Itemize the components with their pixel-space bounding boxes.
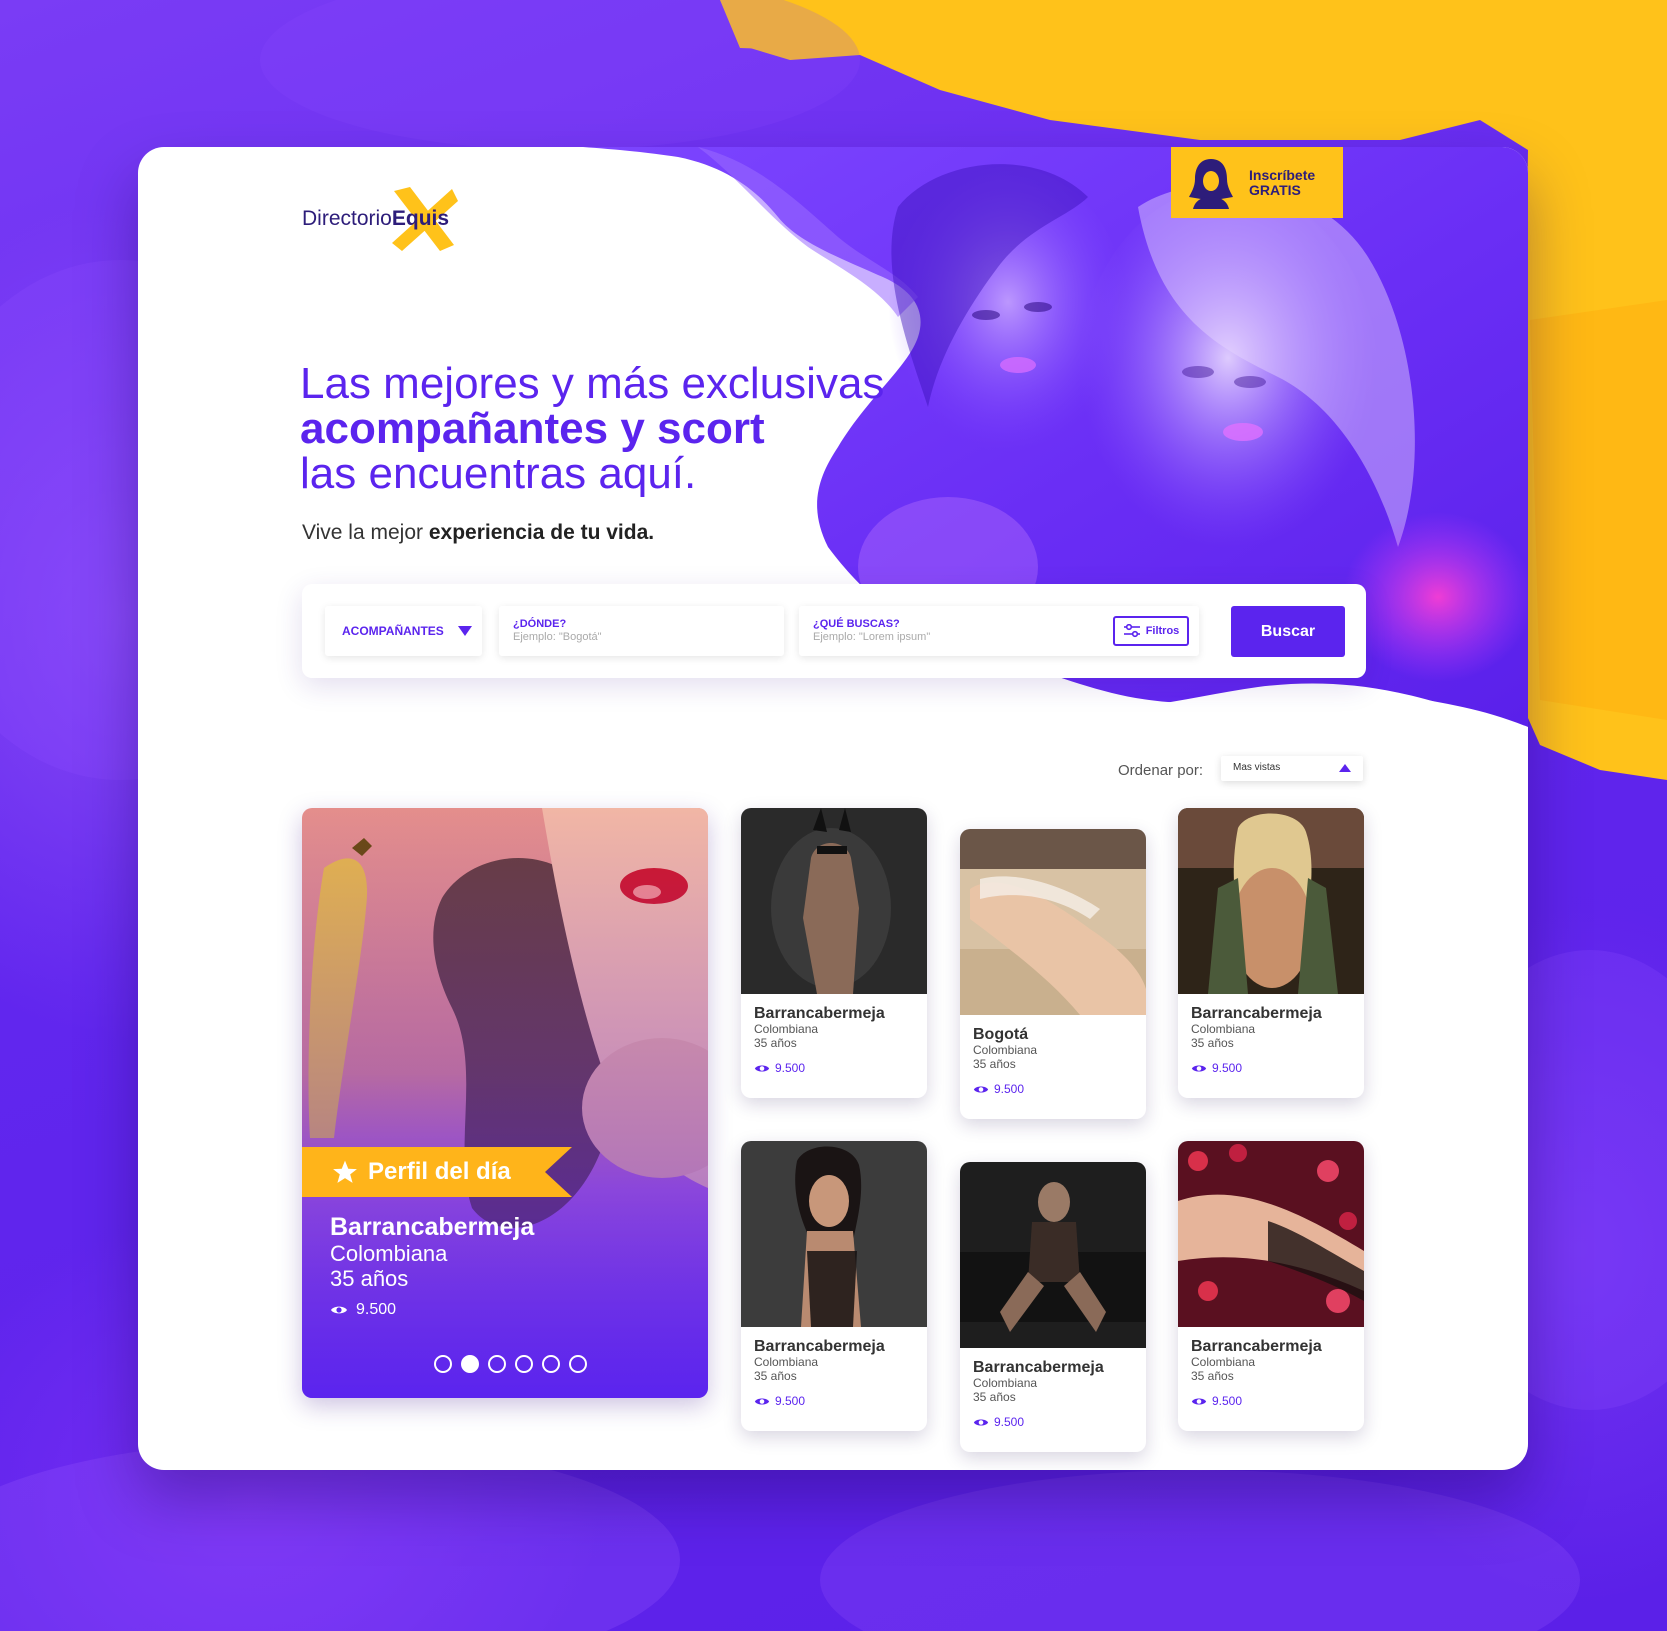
profile-nationality: Colombiana <box>973 1376 1038 1390</box>
profile-nationality: Colombiana <box>754 1022 819 1036</box>
profile-age: 35 años <box>1191 1369 1234 1383</box>
profile-card[interactable]: Barrancabermeja Colombiana 35 años 9.500 <box>1178 1141 1364 1431</box>
filters-button[interactable]: Filtros <box>1113 616 1189 646</box>
profile-city: Barrancabermeja <box>1191 1005 1322 1022</box>
profile-info: Barrancabermeja Colombiana 35 años 9.500 <box>754 1338 885 1408</box>
profile-nationality: Colombiana <box>973 1043 1038 1057</box>
what-input[interactable]: ¿QUÉ BUSCAS? Ejemplo: "Lorem ipsum" Filt… <box>799 606 1199 656</box>
featured-views: 9.500 <box>330 1301 534 1319</box>
filters-label: Filtros <box>1145 625 1180 637</box>
profile-views: 9.500 <box>1191 1061 1322 1075</box>
profile-nationality: Colombiana <box>1191 1022 1256 1036</box>
profile-photo <box>1178 808 1364 994</box>
sort-dropdown[interactable]: Mas vistas <box>1221 756 1363 781</box>
chevron-up-icon <box>1339 764 1351 772</box>
profile-city: Barrancabermeja <box>973 1359 1104 1376</box>
carousel-dot-2[interactable] <box>461 1355 479 1373</box>
main-card: DirectorioEquis Inscríbete GRATIS Las me… <box>138 147 1528 1470</box>
featured-age: 35 años <box>330 1266 409 1291</box>
profile-info: Barrancabermeja Colombiana 35 años 9.500 <box>1191 1005 1322 1075</box>
profile-views: 9.500 <box>973 1415 1104 1429</box>
featured-info: Barrancabermeja Colombiana 35 años 9.500 <box>330 1213 534 1319</box>
carousel-dots <box>434 1355 587 1373</box>
eye-icon <box>973 1086 989 1092</box>
profile-info: Barrancabermeja Colombiana 35 años 9.500 <box>1191 1338 1322 1408</box>
profile-age: 35 años <box>754 1036 797 1050</box>
signup-label: Inscríbete GRATIS <box>1249 166 1316 198</box>
profile-nationality: Colombiana <box>1191 1355 1256 1369</box>
carousel-dot-1[interactable] <box>434 1355 452 1373</box>
profile-info: Bogotá Colombiana 35 años 9.500 <box>973 1026 1037 1096</box>
carousel-dot-4[interactable] <box>515 1355 533 1373</box>
carousel-dot-6[interactable] <box>569 1355 587 1373</box>
hero-headline: Las mejores y más exclusivas acompañante… <box>300 361 1000 496</box>
profile-views: 9.500 <box>1191 1394 1322 1408</box>
featured-city: Barrancabermeja <box>330 1213 535 1241</box>
profile-age: 35 años <box>973 1057 1016 1071</box>
featured-nationality: Colombiana <box>330 1241 448 1266</box>
featured-badge-label: Perfil del día <box>368 1158 511 1185</box>
carousel-dot-5[interactable] <box>542 1355 560 1373</box>
where-input[interactable]: ¿DÓNDE? Ejemplo: "Bogotá" <box>499 606 784 656</box>
profile-views: 9.500 <box>973 1082 1037 1096</box>
where-placeholder: Ejemplo: "Bogotá" <box>513 631 602 643</box>
search-bar: ACOMPAÑANTES ¿DÓNDE? Ejemplo: "Bogotá" ¿… <box>302 584 1366 678</box>
where-label: ¿DÓNDE? <box>513 618 567 630</box>
profile-photo <box>960 1162 1146 1348</box>
profile-city: Barrancabermeja <box>754 1005 885 1022</box>
profile-age: 35 años <box>973 1390 1016 1404</box>
sliders-icon <box>1123 624 1140 638</box>
signup-button[interactable]: Inscríbete GRATIS <box>1171 147 1343 218</box>
headline-line-3: las encuentras aquí. <box>300 449 697 498</box>
profile-city: Barrancabermeja <box>754 1338 885 1355</box>
eye-icon <box>331 1306 347 1314</box>
eye-icon <box>754 1065 770 1071</box>
profile-nationality: Colombiana <box>754 1355 819 1369</box>
sort-selected-value: Mas vistas <box>1233 762 1281 773</box>
chevron-down-icon <box>457 626 472 636</box>
featured-badge: Perfil del día <box>302 1147 572 1197</box>
profile-age: 35 años <box>1191 1036 1234 1050</box>
profile-card[interactable]: Barrancabermeja Colombiana 35 años 9.500 <box>741 1141 927 1431</box>
profile-views: 9.500 <box>754 1394 885 1408</box>
featured-profile-card[interactable]: Perfil del día Barrancabermeja Colombian… <box>302 808 708 1398</box>
profile-city: Barrancabermeja <box>1191 1338 1322 1355</box>
profile-city: Bogotá <box>973 1026 1029 1043</box>
headline-line-1: Las mejores y más exclusivas <box>300 359 885 408</box>
profile-views: 9.500 <box>754 1061 885 1075</box>
eye-icon <box>1191 1398 1207 1404</box>
category-dropdown[interactable]: ACOMPAÑANTES <box>325 606 482 656</box>
category-label: ACOMPAÑANTES <box>342 624 444 638</box>
profile-info: Barrancabermeja Colombiana 35 años 9.500 <box>754 1005 885 1075</box>
profile-card[interactable]: Barrancabermeja Colombiana 35 años 9.500 <box>1178 808 1364 1098</box>
profile-card[interactable]: Barrancabermeja Colombiana 35 años 9.500 <box>960 1162 1146 1452</box>
profile-photo <box>1178 1141 1364 1327</box>
profile-photo <box>960 829 1146 1015</box>
search-button[interactable]: Buscar <box>1231 606 1345 657</box>
profile-card[interactable]: Barrancabermeja Colombiana 35 años 9.500 <box>741 808 927 1098</box>
woman-avatar-icon <box>1189 158 1233 209</box>
star-icon <box>333 1160 357 1183</box>
profile-card[interactable]: Bogotá Colombiana 35 años 9.500 <box>960 829 1146 1119</box>
hero-subtitle: Vive la mejor experiencia de tu vida. <box>302 521 655 544</box>
headline-line-2: acompañantes y scort <box>300 404 765 453</box>
profile-photo <box>741 808 927 994</box>
sort-label: Ordenar por: <box>1118 762 1204 779</box>
profile-age: 35 años <box>754 1369 797 1383</box>
eye-icon <box>973 1419 989 1425</box>
eye-icon <box>754 1398 770 1404</box>
logo-text: DirectorioEquis <box>302 207 450 230</box>
profile-info: Barrancabermeja Colombiana 35 años 9.500 <box>973 1359 1104 1429</box>
eye-icon <box>1191 1065 1207 1071</box>
profile-photo <box>741 1141 927 1327</box>
logo[interactable]: DirectorioEquis <box>302 185 472 255</box>
carousel-dot-3[interactable] <box>488 1355 506 1373</box>
